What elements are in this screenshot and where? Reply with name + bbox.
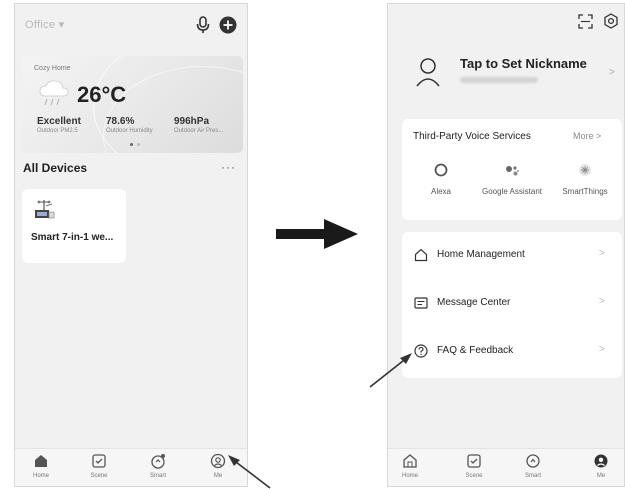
rain-cloud-icon <box>39 80 69 106</box>
voice-more-link[interactable]: More > <box>573 131 601 141</box>
smartthings-icon <box>579 164 591 176</box>
stat-air-pressure: 996hPa Outdoor Air Pres... <box>174 116 224 134</box>
smart-icon <box>526 454 540 468</box>
message-icon <box>414 297 428 309</box>
house-icon <box>414 248 428 262</box>
service-smartthings[interactable]: SmartThings <box>550 163 620 197</box>
service-google-assistant[interactable]: Google Assistant <box>477 163 547 197</box>
stat-pm25: Excellent Outdoor PM2.5 <box>37 116 81 134</box>
checkbox-icon <box>92 454 106 468</box>
microphone-icon[interactable] <box>195 16 211 34</box>
device-name: Smart 7-in-1 we... <box>31 232 114 243</box>
tab-home[interactable]: Home <box>390 453 430 479</box>
home-icon <box>403 454 417 468</box>
menu-faq-feedback[interactable]: FAQ & Feedback > <box>402 328 622 374</box>
menu-card: Home Management > Message Center > FAQ &… <box>402 232 622 378</box>
weather-card[interactable]: Cozy Home 26°C Excellent Outdoor PM2.5 7… <box>22 56 243 153</box>
menu-message-center[interactable]: Message Center > <box>402 280 622 326</box>
checkbox-icon <box>467 454 481 468</box>
pointer-arrow-icon <box>228 455 271 489</box>
transition-arrow-icon <box>276 219 358 249</box>
settings-gear-icon[interactable] <box>603 13 619 29</box>
google-assistant-icon <box>506 166 519 176</box>
blurred-email <box>460 77 538 83</box>
tab-bar: Home Scene Smart Me <box>15 448 247 486</box>
person-circle-icon <box>210 453 226 469</box>
chevron-right-icon: > <box>609 67 615 78</box>
plus-circle-icon[interactable] <box>219 16 237 34</box>
pointer-arrow-icon <box>369 353 412 388</box>
smart-icon <box>151 454 165 469</box>
service-alexa[interactable]: Alexa <box>406 163 476 197</box>
chevron-right-icon: > <box>599 248 605 259</box>
tab-smart[interactable]: Smart <box>513 453 553 479</box>
weather-station-icon <box>35 200 55 219</box>
tab-me[interactable]: Me <box>581 453 621 479</box>
alexa-icon <box>434 163 448 177</box>
profile-header[interactable]: Tap to Set Nickname > <box>388 46 624 108</box>
home-icon <box>35 455 47 467</box>
menu-home-management[interactable]: Home Management > <box>402 232 622 278</box>
weather-location: Cozy Home <box>34 65 71 72</box>
scan-icon[interactable] <box>578 14 593 29</box>
device-card[interactable]: Smart 7-in-1 we... <box>22 189 126 263</box>
person-circle-icon <box>594 454 608 468</box>
voice-services-card: Third-Party Voice Services More > Alexa … <box>402 119 622 220</box>
home-selector[interactable]: Office ▾ <box>25 18 65 31</box>
avatar-icon <box>416 58 440 87</box>
temperature-value: 26°C <box>77 82 127 107</box>
tab-bar: Home Scene Smart Me <box>388 448 624 486</box>
tab-smart[interactable]: Smart <box>138 453 178 479</box>
tab-home[interactable]: Home <box>21 453 61 479</box>
page-indicator <box>130 143 144 147</box>
chevron-right-icon: > <box>599 296 605 307</box>
chevron-right-icon: > <box>599 344 605 355</box>
more-options-button[interactable]: ··· <box>221 160 236 174</box>
home-screen: Office ▾ Cozy Home 26°C Excellent Outdoo… <box>14 3 248 487</box>
voice-services-title: Third-Party Voice Services <box>413 131 531 142</box>
tab-scene[interactable]: Scene <box>79 453 119 479</box>
all-devices-title: All Devices <box>23 161 88 175</box>
me-screen: Tap to Set Nickname > Third-Party Voice … <box>387 3 625 487</box>
stat-humidity: 78.6% Outdoor Humidity <box>106 116 153 134</box>
nickname-label: Tap to Set Nickname <box>460 56 587 71</box>
tab-scene[interactable]: Scene <box>454 453 494 479</box>
home-header: Office ▾ <box>15 4 247 48</box>
